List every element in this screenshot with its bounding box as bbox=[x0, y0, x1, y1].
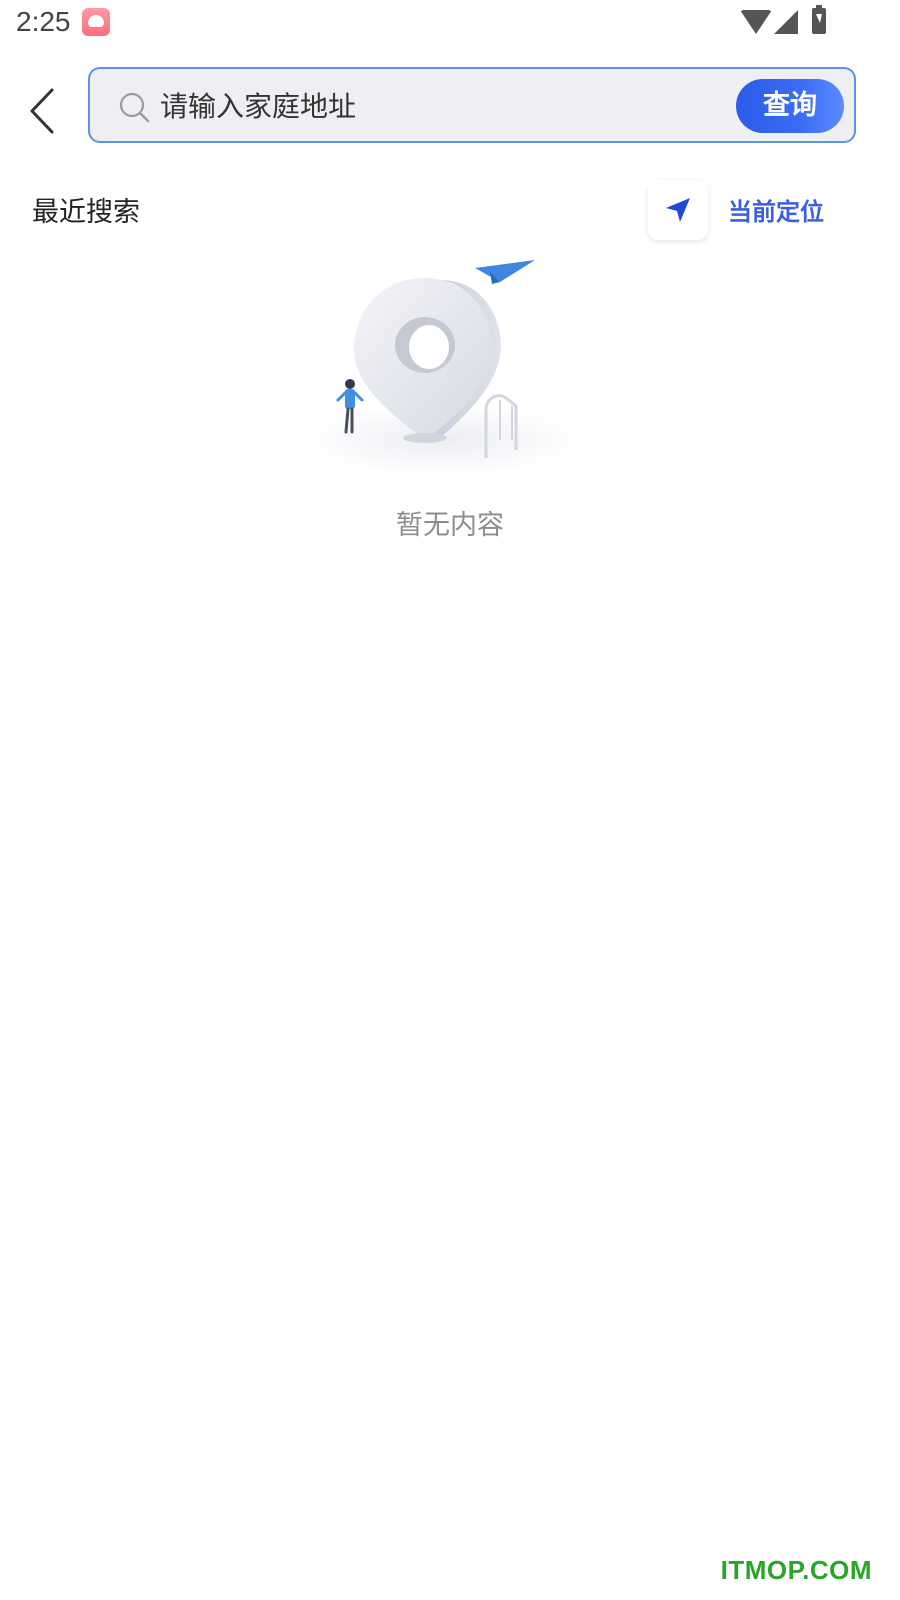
current-location-link[interactable]: 当前定位 bbox=[728, 192, 824, 227]
search-icon bbox=[119, 92, 150, 123]
navigation-arrow-icon bbox=[666, 198, 690, 222]
empty-state-text: 暂无内容 bbox=[396, 510, 504, 541]
status-bar: 2:25 bbox=[0, 0, 900, 48]
address-search-input[interactable] bbox=[160, 83, 720, 129]
watermark: ITMOP.COM bbox=[720, 1555, 872, 1585]
recent-search-title: 最近搜索 bbox=[32, 197, 140, 228]
search-bar: 查询 bbox=[88, 67, 856, 143]
app-notification-icon bbox=[82, 8, 110, 36]
chevron-left-icon bbox=[30, 88, 54, 134]
query-button[interactable]: 查询 bbox=[736, 79, 844, 133]
cell-signal-icon bbox=[774, 10, 798, 34]
status-time: 2:25 bbox=[16, 6, 71, 37]
current-location-icon-button[interactable] bbox=[648, 180, 708, 240]
battery-charging-icon bbox=[812, 5, 826, 34]
back-button[interactable] bbox=[20, 84, 68, 138]
empty-state-illustration bbox=[300, 260, 584, 476]
wifi-icon bbox=[740, 10, 772, 34]
